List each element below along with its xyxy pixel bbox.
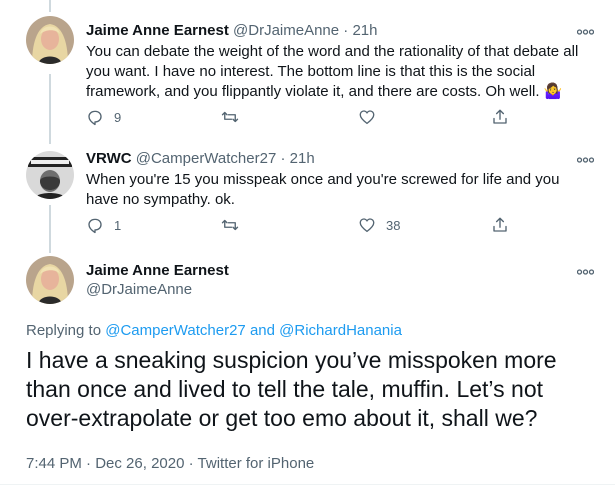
separator: · <box>86 455 92 472</box>
author-name[interactable]: Jaime Anne Earnest <box>86 262 229 279</box>
replying-to: Replying to @CamperWatcher27 and @Richar… <box>26 322 402 339</box>
reply-button[interactable]: 9 <box>86 108 121 126</box>
avatar[interactable] <box>26 151 74 199</box>
share-button[interactable] <box>491 216 509 234</box>
tweet-header: Jaime Anne Earnest @DrJaimeAnne · 21h <box>86 22 378 39</box>
like-icon <box>359 110 375 125</box>
tweet-time[interactable]: 7:44 PM <box>26 455 82 472</box>
more-icon[interactable] <box>576 22 595 40</box>
replying-prefix: Replying to <box>26 322 102 339</box>
reply-count: 9 <box>114 109 122 125</box>
tweet-thread: Jaime Anne Earnest @DrJaimeAnne · 21h Yo… <box>0 0 615 488</box>
author-handle[interactable]: @CamperWatcher27 <box>136 150 277 167</box>
like-button[interactable]: 38 <box>358 216 400 234</box>
timestamp[interactable]: 21h <box>290 150 315 167</box>
main-tweet-text: I have a sneaking suspicion you’ve missp… <box>26 347 557 431</box>
share-button[interactable] <box>491 108 509 126</box>
main-author-name[interactable]: Jaime Anne Earnest <box>86 262 229 279</box>
retweet-icon <box>221 111 239 123</box>
tweet-date[interactable]: Dec 26, 2020 <box>95 455 184 472</box>
separator: · <box>343 22 349 39</box>
more-icon[interactable] <box>576 262 595 280</box>
tweet-actions: 9 <box>86 108 509 128</box>
avatar[interactable] <box>26 16 74 64</box>
like-count: 38 <box>386 217 401 233</box>
share-icon <box>493 109 507 124</box>
more-icon[interactable] <box>576 150 595 168</box>
retweet-icon <box>221 219 239 231</box>
reply-icon <box>88 218 102 234</box>
reply-button[interactable]: 1 <box>86 216 121 234</box>
thread-line <box>49 74 51 144</box>
replying-user-link[interactable]: @CamperWatcher27 <box>105 322 246 339</box>
tweet-source[interactable]: Twitter for iPhone <box>198 455 315 472</box>
retweet-button[interactable] <box>220 108 240 126</box>
tweet-actions: 1 38 <box>86 216 509 236</box>
author-handle[interactable]: @DrJaimeAnne <box>86 281 192 298</box>
author-name[interactable]: VRWC <box>86 150 132 167</box>
avatar[interactable] <box>26 256 74 304</box>
thread-line <box>49 0 51 12</box>
replying-and[interactable]: and <box>250 322 275 339</box>
author-handle[interactable]: @DrJaimeAnne <box>233 22 339 39</box>
tweet-meta: 7:44 PM · Dec 26, 2020 · Twitter for iPh… <box>26 455 314 472</box>
tweet-text: When you're 15 you misspeak once and you… <box>86 171 560 208</box>
reply-icon <box>88 110 102 126</box>
share-icon <box>493 217 507 232</box>
separator: · <box>188 455 194 472</box>
like-icon <box>359 218 375 233</box>
author-name[interactable]: Jaime Anne Earnest <box>86 22 229 39</box>
shrug-emoji: 🤷‍♀️ <box>543 83 563 100</box>
main-author-handle[interactable]: @DrJaimeAnne <box>86 281 192 298</box>
thread-line <box>49 205 51 253</box>
tweet-body: You can debate the weight of the word an… <box>86 43 579 100</box>
tweet-text: You can debate the weight of the word an… <box>86 42 606 102</box>
tweet-header: VRWC @CamperWatcher27 · 21h <box>86 150 315 167</box>
reply-count: 1 <box>114 217 122 233</box>
timestamp[interactable]: 21h <box>352 22 377 39</box>
retweet-button[interactable] <box>220 216 240 234</box>
separator: · <box>280 150 286 167</box>
like-button[interactable] <box>358 108 376 126</box>
divider <box>0 484 615 485</box>
replying-user-link[interactable]: @RichardHanania <box>279 322 402 339</box>
